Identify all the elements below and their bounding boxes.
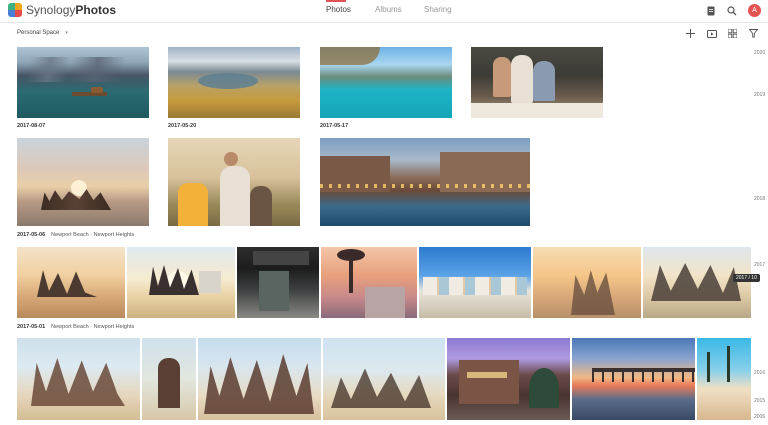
photo-thumbnail[interactable]	[17, 247, 125, 318]
group-date: 2017-05-06 Newport Beach · Newport Height…	[17, 232, 135, 238]
view-mode-button[interactable]	[726, 27, 739, 40]
group-location: Newport Beach · Newport Heights	[51, 232, 135, 238]
group-date: 2017-05-01 Newport Beach · Newport Height…	[17, 324, 135, 330]
tab-albums[interactable]: Albums	[375, 5, 402, 14]
photo-thumbnail[interactable]	[127, 247, 235, 318]
timeline-year[interactable]: 2006	[754, 414, 765, 420]
photo-thumbnail[interactable]	[320, 47, 452, 118]
photo-thumbnail[interactable]	[471, 47, 603, 118]
photo-thumbnail[interactable]	[533, 247, 641, 318]
search-button[interactable]	[725, 4, 739, 18]
upload-button[interactable]	[684, 27, 697, 40]
timeline-year[interactable]: 2015	[754, 398, 765, 404]
photo-thumbnail[interactable]	[17, 338, 140, 420]
timeline-year[interactable]: 2017	[754, 262, 765, 268]
space-selector-label: Personal Space	[17, 30, 60, 36]
timeline-year[interactable]: 2018	[754, 196, 765, 202]
photo-thumbnail[interactable]	[17, 138, 149, 226]
photo-thumbnail[interactable]	[168, 47, 300, 118]
group-date: 2017-08-07	[17, 123, 46, 129]
photo-thumbnail[interactable]	[572, 338, 695, 420]
tab-photos[interactable]: Photos	[326, 5, 351, 14]
active-tab-indicator	[326, 0, 346, 2]
timeline-year[interactable]: 2020	[754, 50, 765, 56]
search-icon	[727, 6, 737, 16]
app-title: SynologyPhotos	[26, 3, 117, 17]
task-list-icon	[707, 6, 714, 16]
grid-icon	[728, 29, 737, 38]
task-list-button[interactable]	[704, 4, 718, 18]
photo-thumbnail[interactable]	[168, 138, 300, 226]
slideshow-icon	[706, 29, 717, 38]
plus-icon	[686, 29, 695, 38]
chevron-down-icon: ▾	[65, 30, 68, 36]
photo-thumbnail[interactable]	[697, 338, 751, 420]
photo-thumbnail[interactable]	[17, 47, 149, 118]
photo-thumbnail[interactable]	[323, 338, 445, 420]
filter-button[interactable]	[747, 27, 760, 40]
tab-sharing[interactable]: Sharing	[424, 5, 452, 14]
photo-thumbnail[interactable]	[419, 247, 531, 318]
timeline-year[interactable]: 2016	[754, 370, 765, 376]
top-bar: SynologyPhotos Photos Albums Sharing A	[0, 0, 768, 23]
user-avatar[interactable]: A	[748, 4, 761, 17]
space-selector[interactable]: Personal Space ▾	[17, 30, 68, 36]
group-location: Newport Beach · Newport Heights	[51, 324, 135, 330]
timeline-year[interactable]: 2019	[754, 92, 765, 98]
photo-thumbnail[interactable]	[320, 138, 530, 226]
app-logo[interactable]: SynologyPhotos	[8, 3, 116, 17]
photo-thumbnail[interactable]	[321, 247, 417, 318]
group-date: 2017-05-20	[168, 123, 197, 129]
timeline-tooltip: 2017 / 10	[733, 274, 760, 282]
synology-photos-logo-icon	[8, 3, 22, 17]
photo-thumbnail[interactable]	[237, 247, 319, 318]
photo-thumbnail[interactable]	[198, 338, 321, 420]
photo-thumbnail[interactable]	[643, 247, 751, 318]
slideshow-button[interactable]	[705, 27, 718, 40]
photo-thumbnail[interactable]	[447, 338, 570, 420]
group-date: 2017-05-17	[320, 123, 349, 129]
photo-thumbnail[interactable]	[142, 338, 196, 420]
filter-icon	[749, 29, 758, 38]
